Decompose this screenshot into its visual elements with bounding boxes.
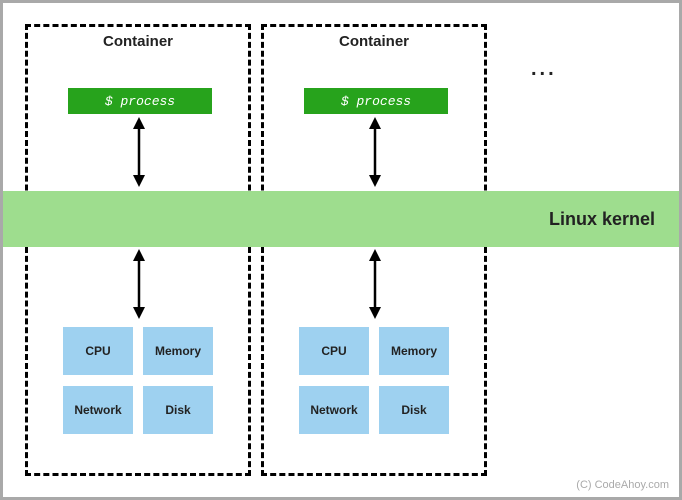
resource-memory-1: Memory	[143, 327, 213, 375]
resource-cpu-1: CPU	[63, 327, 133, 375]
resource-cpu-2: CPU	[299, 327, 369, 375]
resource-network-2: Network	[299, 386, 369, 434]
process-label-2: $ process	[341, 94, 411, 109]
process-box-2: $ process	[304, 88, 448, 114]
container-title-2: Container	[339, 33, 409, 50]
credit-text: (C) CodeAhoy.com	[576, 479, 669, 491]
resource-network-1: Network	[63, 386, 133, 434]
kernel-label: Linux kernel	[549, 209, 655, 230]
process-box-1: $ process	[68, 88, 212, 114]
arrow-top-1	[127, 117, 151, 187]
arrow-bottom-1	[127, 249, 151, 319]
container-title-1: Container	[103, 33, 173, 50]
resource-disk-2: Disk	[379, 386, 449, 434]
ellipsis-icon: ...	[531, 58, 557, 81]
resource-memory-2: Memory	[379, 327, 449, 375]
resource-disk-1: Disk	[143, 386, 213, 434]
arrow-bottom-2	[363, 249, 387, 319]
kernel-bar: Linux kernel	[3, 191, 679, 247]
arrow-top-2	[363, 117, 387, 187]
diagram-canvas: Container $ process Container $ process …	[0, 0, 682, 500]
process-label-1: $ process	[105, 94, 175, 109]
